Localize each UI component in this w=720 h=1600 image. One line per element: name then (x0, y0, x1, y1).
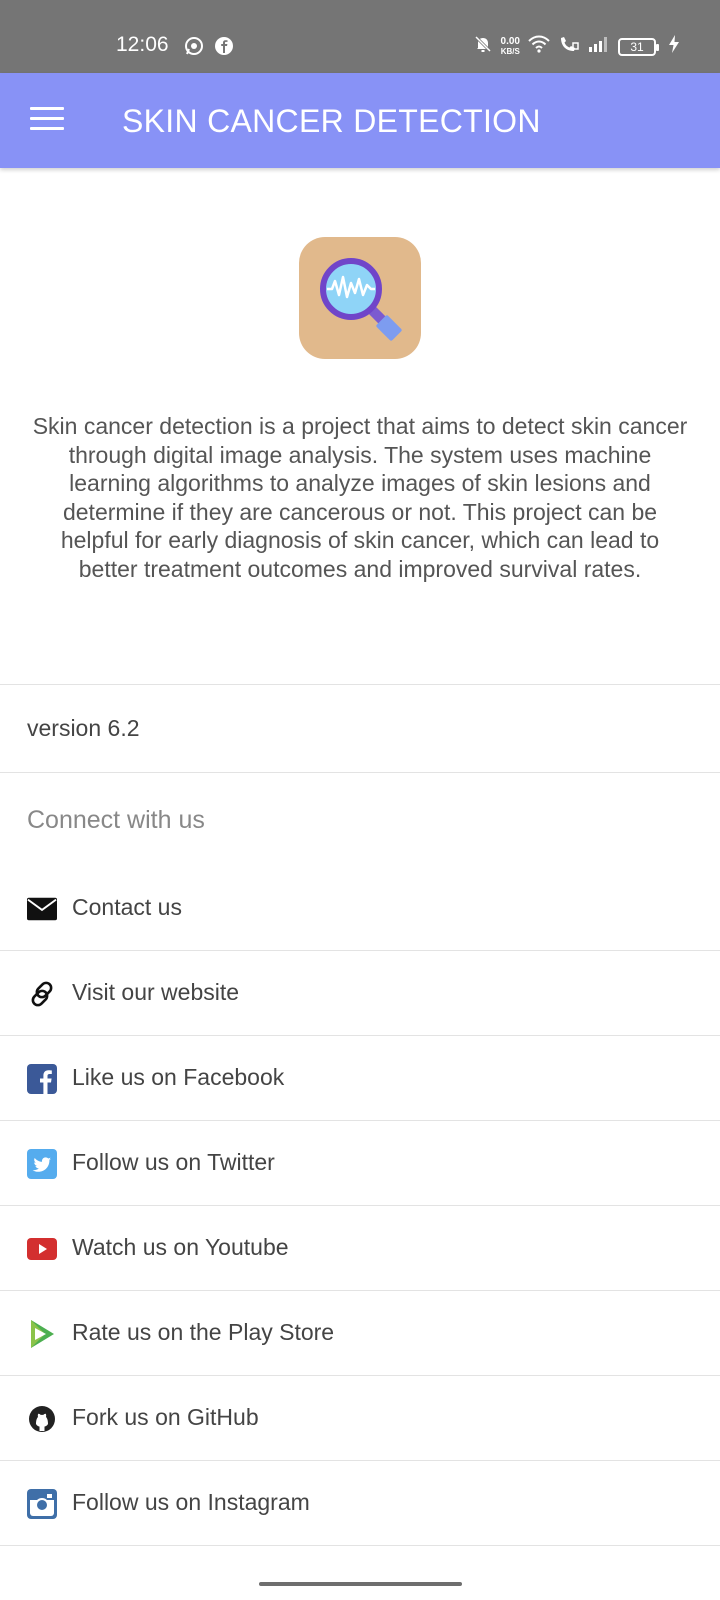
divider (0, 684, 720, 685)
hamburger-menu-icon[interactable] (30, 107, 64, 133)
play-store-item[interactable]: Rate us on the Play Store (0, 1291, 720, 1376)
instagram-icon (27, 1489, 57, 1519)
network-speed: 0.00 KB/S (500, 35, 520, 57)
github-icon (27, 1404, 57, 1434)
status-time: 12:06 (116, 33, 169, 56)
battery-level: 31 (630, 39, 644, 54)
visit-website-label: Visit our website (72, 979, 240, 1005)
twitter-icon (27, 1149, 57, 1179)
battery-icon: 31 (618, 37, 659, 56)
network-speed-unit: KB/S (500, 46, 520, 56)
facebook-item[interactable]: Like us on Facebook (0, 1036, 720, 1121)
wifi-icon (528, 34, 550, 59)
network-speed-value: 0.00 (500, 35, 520, 47)
status-bar: 12:06 0.00 KB/S 31 (0, 0, 720, 73)
about-description: Skin cancer detection is a project that … (32, 413, 688, 582)
contact-us-label: Contact us (72, 894, 182, 920)
status-system-icons: 0.00 KB/S 31 (473, 34, 680, 59)
youtube-label: Watch us on Youtube (72, 1234, 289, 1260)
version-label: version 6.2 (27, 715, 140, 741)
instagram-label: Follow us on Instagram (72, 1489, 310, 1515)
play-store-icon (27, 1319, 57, 1349)
divider (0, 772, 720, 773)
link-icon (27, 979, 57, 1009)
github-label: Fork us on GitHub (72, 1404, 259, 1430)
envelope-icon (27, 894, 57, 924)
github-item[interactable]: Fork us on GitHub (0, 1376, 720, 1461)
twitter-item[interactable]: Follow us on Twitter (0, 1121, 720, 1206)
facebook-icon (214, 36, 234, 61)
connect-heading: Connect with us (27, 806, 205, 834)
wifi-call-icon (558, 34, 580, 59)
app-title: SKIN CANCER DETECTION (122, 103, 541, 139)
facebook-label: Like us on Facebook (72, 1064, 285, 1090)
gesture-nav-bar[interactable] (259, 1582, 462, 1586)
facebook-icon (27, 1064, 57, 1094)
whatsapp-icon (184, 36, 204, 61)
app-bar: SKIN CANCER DETECTION (0, 73, 720, 168)
app-logo (299, 237, 421, 359)
signal-icon (588, 35, 610, 58)
instagram-item[interactable]: Follow us on Instagram (0, 1461, 720, 1546)
twitter-label: Follow us on Twitter (72, 1149, 275, 1175)
contact-us-item[interactable]: Contact us (0, 866, 720, 951)
magnifier-scan-icon (320, 258, 402, 341)
visit-website-item[interactable]: Visit our website (0, 951, 720, 1036)
charging-icon (668, 34, 680, 59)
play-store-label: Rate us on the Play Store (72, 1319, 335, 1345)
mute-icon (473, 34, 493, 59)
youtube-icon (27, 1234, 57, 1264)
status-notification-icons (184, 36, 234, 61)
divider (0, 1545, 720, 1546)
youtube-item[interactable]: Watch us on Youtube (0, 1206, 720, 1291)
